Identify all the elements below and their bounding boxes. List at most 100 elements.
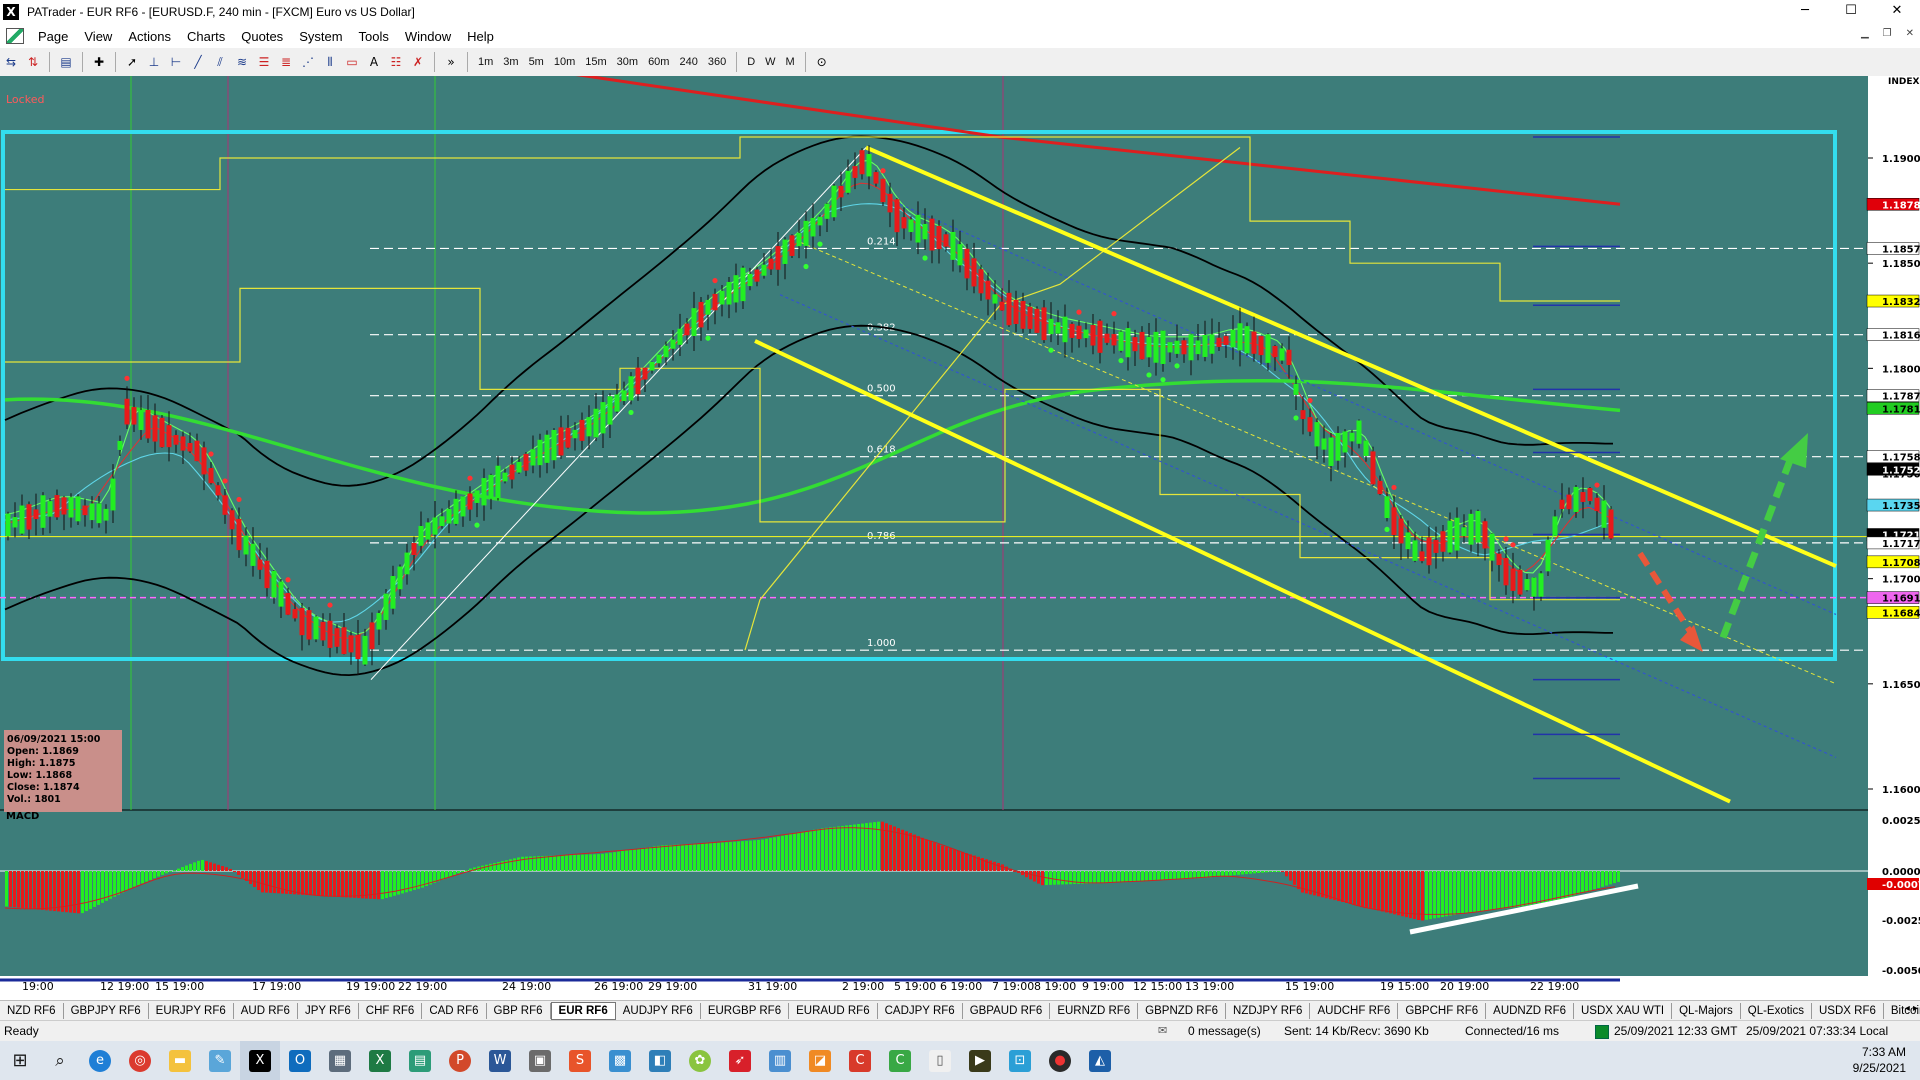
message-icon[interactable]: ✉ xyxy=(1158,1024,1167,1037)
delete-drawings-icon[interactable]: ✗ xyxy=(408,52,428,72)
symbol-tab[interactable]: EUR RF6 xyxy=(550,1002,616,1020)
close-button[interactable]: ✕ xyxy=(1874,0,1920,24)
symbol-tab[interactable]: AUDNZD RF6 xyxy=(1486,1003,1574,1019)
symbol-tab[interactable]: AUDJPY RF6 xyxy=(616,1003,701,1019)
timeframe-1m[interactable]: 1m xyxy=(473,56,498,68)
menu-actions[interactable]: Actions xyxy=(120,29,179,44)
symbol-tab[interactable]: EURJPY RF6 xyxy=(149,1003,234,1019)
taskbar-clock[interactable]: 7:33 AM 9/25/2021 xyxy=(1853,1044,1906,1076)
timeframe-10m[interactable]: 10m xyxy=(549,56,580,68)
menu-charts[interactable]: Charts xyxy=(179,29,233,44)
symbol-tab[interactable]: NZDJPY RF6 xyxy=(1226,1003,1311,1019)
fibonacci-retracement-icon[interactable]: ☰ xyxy=(254,52,274,72)
minimize-button[interactable]: ─ xyxy=(1782,0,1828,24)
photo-app-icon[interactable]: ◧ xyxy=(640,1041,680,1080)
trend-line-icon[interactable]: ╱ xyxy=(188,52,208,72)
text-icon[interactable]: A xyxy=(364,52,384,72)
period-monthly[interactable]: M xyxy=(781,56,800,68)
gann-fan-icon[interactable]: ⋰ xyxy=(298,52,318,72)
timeframe-15m[interactable]: 15m xyxy=(580,56,611,68)
menu-help[interactable]: Help xyxy=(459,29,502,44)
symbol-tab[interactable]: GBPJPY RF6 xyxy=(64,1003,149,1019)
menu-tools[interactable]: Tools xyxy=(351,29,397,44)
green-c-app-icon[interactable]: C xyxy=(880,1041,920,1080)
symbol-tab[interactable]: QL-Exotics xyxy=(1741,1003,1812,1019)
chart-area[interactable]: 0.214 0.382 0.500 0.618 0.786 1.000 1.1900 1.1… xyxy=(0,0,1920,993)
symbol-tab[interactable]: CHF RF6 xyxy=(359,1003,423,1019)
chart-icon[interactable]: ▤ xyxy=(56,52,76,72)
search-icon[interactable]: ⌕ xyxy=(40,1041,80,1080)
disconnect-icon[interactable]: ⇅ xyxy=(23,52,43,72)
chart-app-icon[interactable]: ◭ xyxy=(1080,1041,1120,1080)
menu-window[interactable]: Window xyxy=(397,29,459,44)
channel-icon[interactable]: ⫽ xyxy=(210,52,230,72)
symbol-tab[interactable]: AUDCHF RF6 xyxy=(1310,1003,1399,1019)
chrome-icon[interactable]: ◎ xyxy=(120,1041,160,1080)
spreadsheet-app-icon[interactable]: ▤ xyxy=(400,1041,440,1080)
chart-page-icon[interactable] xyxy=(6,28,24,44)
patrader-taskbar-icon[interactable]: X xyxy=(240,1041,280,1080)
timeframe-360[interactable]: 360 xyxy=(703,56,731,68)
timeframe-60m[interactable]: 60m xyxy=(643,56,674,68)
symbol-tab[interactable]: GBPNZD RF6 xyxy=(1138,1003,1227,1019)
menu-page[interactable]: Page xyxy=(30,29,76,44)
symbol-tab[interactable]: EURGBP RF6 xyxy=(701,1003,790,1019)
notes-app-icon[interactable]: ▥ xyxy=(760,1041,800,1080)
fibonacci-extension-icon[interactable]: ≣ xyxy=(276,52,296,72)
period-daily[interactable]: D xyxy=(742,56,760,68)
menu-system[interactable]: System xyxy=(291,29,350,44)
crosshair-icon[interactable]: ✚ xyxy=(89,52,109,72)
rectangle-icon[interactable]: ▭ xyxy=(342,52,362,72)
price-label-icon[interactable]: ☷ xyxy=(386,52,406,72)
orange-app-icon[interactable]: ◪ xyxy=(800,1041,840,1080)
horizontal-line-icon[interactable]: ⊥ xyxy=(144,52,164,72)
symbol-tab[interactable]: EURAUD RF6 xyxy=(789,1003,878,1019)
notepad-icon[interactable]: ✎ xyxy=(200,1041,240,1080)
red-c-app-icon[interactable]: C xyxy=(840,1041,880,1080)
mdi-restore-icon[interactable]: ❐ xyxy=(1883,28,1892,39)
media-app-icon[interactable]: ▩ xyxy=(600,1041,640,1080)
timeframe-5m[interactable]: 5m xyxy=(524,56,549,68)
network-app-icon[interactable]: ⊡ xyxy=(1000,1041,1040,1080)
file-explorer-icon[interactable]: ▬ xyxy=(160,1041,200,1080)
price-chart[interactable]: 0.2140.3820.5000.6180.7861.000 1.19001.1… xyxy=(0,0,1920,993)
connect-icon[interactable]: ⇆ xyxy=(1,52,21,72)
restore-button[interactable]: ☐ xyxy=(1828,0,1874,24)
tab-scroll-arrows-icon[interactable]: ◂ ▸ xyxy=(1905,1003,1918,1014)
media-player-icon[interactable]: ▶ xyxy=(960,1041,1000,1080)
symbol-tab[interactable]: NZD RF6 xyxy=(0,1003,64,1019)
menu-view[interactable]: View xyxy=(76,29,120,44)
symbol-tab[interactable]: JPY RF6 xyxy=(298,1003,359,1019)
edge-browser-icon[interactable]: e xyxy=(80,1041,120,1080)
word-icon[interactable]: W xyxy=(480,1041,520,1080)
start-button[interactable]: ⊞ xyxy=(0,1041,40,1080)
red-bird-app-icon[interactable]: ➶ xyxy=(720,1041,760,1080)
timeframe-240[interactable]: 240 xyxy=(674,56,702,68)
symbol-tab[interactable]: GBP RF6 xyxy=(487,1003,551,1019)
snagit-icon[interactable]: S xyxy=(560,1041,600,1080)
timeframe-30m[interactable]: 30m xyxy=(612,56,643,68)
powerpoint-icon[interactable]: P xyxy=(440,1041,480,1080)
cursor-icon[interactable]: ➚ xyxy=(122,52,142,72)
symbol-tab[interactable]: USDX RF6 xyxy=(1812,1003,1884,1019)
timeframe-3m[interactable]: 3m xyxy=(498,56,523,68)
record-app-icon[interactable]: ● xyxy=(1040,1041,1080,1080)
symbol-tab[interactable]: GBPAUD RF6 xyxy=(963,1003,1051,1019)
cycle-lines-icon[interactable]: ⦀ xyxy=(320,52,340,72)
symbol-tab[interactable]: CADJPY RF6 xyxy=(878,1003,963,1019)
document-app-icon[interactable]: ▯ xyxy=(920,1041,960,1080)
toolbar-overflow-icon[interactable]: » xyxy=(441,52,461,72)
mdi-close-icon[interactable]: ✕ xyxy=(1906,28,1914,39)
symbol-tab[interactable]: GBPCHF RF6 xyxy=(1398,1003,1487,1019)
green-leaf-app-icon[interactable]: ✿ xyxy=(680,1041,720,1080)
calculator-icon[interactable]: ▦ xyxy=(320,1041,360,1080)
menu-quotes[interactable]: Quotes xyxy=(233,29,291,44)
outlook-icon[interactable]: O xyxy=(280,1041,320,1080)
excel-icon[interactable]: X xyxy=(360,1041,400,1080)
symbol-tab[interactable]: USDX XAU WTI xyxy=(1574,1003,1673,1019)
vertical-line-icon[interactable]: ⊢ xyxy=(166,52,186,72)
symbol-tab[interactable]: AUD RF6 xyxy=(234,1003,298,1019)
clock-icon[interactable]: ⊙ xyxy=(812,52,832,72)
period-weekly[interactable]: W xyxy=(760,56,780,68)
mdi-minimize-icon[interactable]: ▁ xyxy=(1861,28,1869,39)
